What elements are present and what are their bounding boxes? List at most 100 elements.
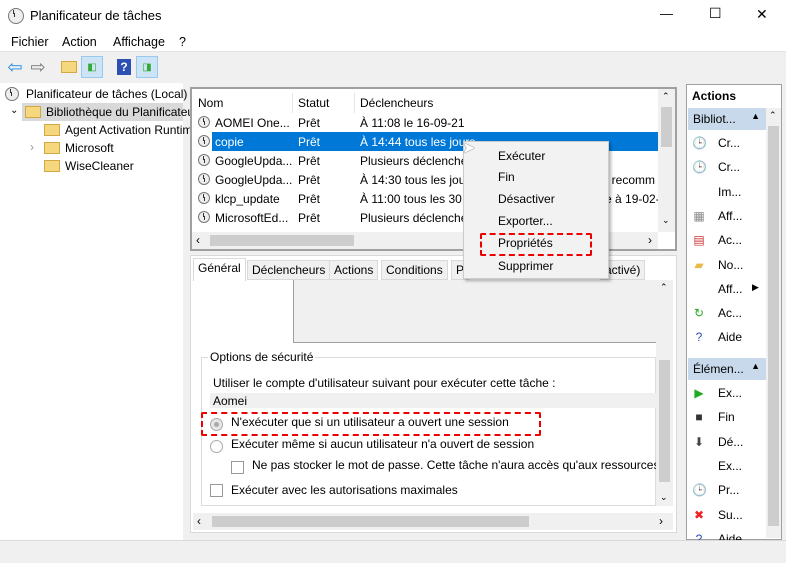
tree-item-microsoft[interactable]: Microsoft <box>65 141 114 155</box>
radio-run-whether-logged[interactable] <box>210 440 223 453</box>
action-icon: 🕒 <box>692 136 707 150</box>
context-menu: Exécuter Fin Désactiver Exporter... Prop… <box>463 141 609 279</box>
security-group-label: Options de sécurité <box>208 350 316 364</box>
action-item[interactable]: Ac... <box>718 233 742 247</box>
actions-scrollbar[interactable]: ⌃ <box>766 108 781 538</box>
task-clock-icon <box>198 116 210 128</box>
menu-affichage[interactable]: Affichage <box>113 35 165 49</box>
show-hide-actions-icon[interactable]: ◨ <box>136 56 158 78</box>
action-item[interactable]: Ex... <box>718 459 742 473</box>
tab-actions[interactable]: Actions <box>329 260 379 280</box>
tab-general[interactable]: Général <box>193 258 246 281</box>
back-arrow-icon[interactable]: ⇦ <box>4 56 26 78</box>
action-item[interactable]: Cr... <box>718 160 740 174</box>
action-item[interactable]: Dé... <box>718 435 743 449</box>
highest-privileges-label: Exécuter avec les autorisations maximale… <box>231 483 458 497</box>
tree-root[interactable]: Planificateur de tâches (Local) <box>26 87 187 101</box>
tab-declencheurs[interactable]: Déclencheurs <box>247 260 331 280</box>
maximize-button[interactable]: ☐ <box>709 5 722 22</box>
status-bar <box>0 540 786 563</box>
folder-icon <box>44 124 60 136</box>
action-icon: 🕒 <box>692 160 707 175</box>
task-status: Prêt <box>298 211 321 225</box>
action-item[interactable]: Fin <box>718 410 735 424</box>
column-header-declencheurs[interactable]: Déclencheurs <box>360 96 433 110</box>
actions-section-item[interactable]: Élémen... ▲ <box>688 358 766 380</box>
tab-conditions[interactable]: Conditions <box>381 260 448 280</box>
submenu-arrow-icon: ▶ <box>752 282 759 292</box>
minimize-button[interactable]: — <box>660 6 673 21</box>
task-name: copie <box>215 135 244 149</box>
task-name: GoogleUpda... <box>215 154 293 168</box>
action-item[interactable]: Im... <box>718 185 741 199</box>
task-trigger: À 14:30 tous les jours <box>360 173 476 187</box>
action-icon: 🕒 <box>692 483 707 498</box>
task-name: AOMEI One... <box>215 116 290 130</box>
menu-item-fin[interactable]: Fin <box>498 170 515 184</box>
no-store-password-label: Ne pas stocker le mot de passe. Cette tâ… <box>252 458 656 472</box>
mouse-cursor-icon: ➤ <box>462 140 476 157</box>
tree-item-wisecleaner[interactable]: WiseCleaner <box>65 159 134 173</box>
actions-section-library[interactable]: Bibliot... ▲ <box>688 108 766 130</box>
task-clock-icon <box>198 211 210 223</box>
table-row[interactable]: AOMEI One... Prêt À 11:08 le 16-09-21 <box>192 113 660 132</box>
vertical-scrollbar[interactable]: ⌃ ⌄ <box>658 89 675 232</box>
column-header-nom[interactable]: Nom <box>198 96 223 110</box>
menu-item-exporter[interactable]: Exporter... <box>498 214 553 228</box>
detail-horizontal-scrollbar[interactable]: ‹ › <box>193 513 673 530</box>
action-icon <box>692 185 706 199</box>
close-button[interactable]: ✕ <box>756 6 768 23</box>
chevron-down-icon[interactable]: ⌄ <box>10 105 18 116</box>
action-item[interactable]: Cr... <box>718 136 740 150</box>
action-item[interactable]: No... <box>718 258 743 272</box>
scheduler-icon <box>5 87 19 101</box>
show-hide-tree-icon[interactable]: ◧ <box>81 56 103 78</box>
tree-item-agent[interactable]: Agent Activation Runtime <box>65 123 199 137</box>
action-item[interactable]: Aff... <box>718 282 742 296</box>
folder-clock-icon <box>25 106 41 118</box>
tree-pane: Planificateur de tâches (Local) ⌄ Biblio… <box>0 83 199 540</box>
menu-item-supprimer[interactable]: Supprimer <box>498 259 553 273</box>
column-header-statut[interactable]: Statut <box>298 96 329 110</box>
checkbox-no-store-password[interactable] <box>231 461 244 474</box>
action-item[interactable]: Aide <box>718 330 742 344</box>
forward-arrow-icon[interactable]: ⇨ <box>27 56 49 78</box>
folder-icon <box>44 160 60 172</box>
detail-vertical-scrollbar[interactable]: ⌃ ⌄ <box>656 280 673 506</box>
task-name: klcp_update <box>215 192 280 206</box>
action-item[interactable]: Ac... <box>718 306 742 320</box>
checkbox-highest-privileges[interactable] <box>210 484 223 497</box>
action-icon: ↻ <box>693 306 705 321</box>
action-icon <box>692 282 706 296</box>
task-trigger: À 11:08 le 16-09-21 <box>360 116 465 130</box>
action-item[interactable]: Pr... <box>718 483 739 497</box>
toolbar: ⇦ ⇨ ◧ ? ◨ <box>0 53 786 81</box>
task-name: GoogleUpda... <box>215 173 293 187</box>
menu-action[interactable]: Action <box>62 35 97 49</box>
action-item[interactable]: Aff... <box>718 209 742 223</box>
help-icon[interactable]: ? <box>113 56 135 78</box>
window-title: Planificateur de tâches <box>30 8 162 23</box>
task-clock-icon <box>198 154 210 166</box>
up-folder-icon[interactable] <box>58 56 80 78</box>
account-label: Utiliser le compte d'utilisateur suivant… <box>213 376 556 390</box>
action-item[interactable]: Ex... <box>718 386 742 400</box>
menu-fichier[interactable]: Fichier <box>11 35 49 49</box>
task-status: Prêt <box>298 154 321 168</box>
action-icon: ▶ <box>694 386 704 400</box>
title-bar: Planificateur de tâches — ☐ ✕ <box>0 0 786 32</box>
menu-item-desactiver[interactable]: Désactiver <box>498 192 555 206</box>
description-field[interactable] <box>293 280 656 343</box>
menu-help[interactable]: ? <box>179 35 186 49</box>
task-clock-icon <box>198 192 210 204</box>
folder-icon <box>44 142 60 154</box>
task-status: Prêt <box>298 135 321 149</box>
action-icon <box>692 459 706 473</box>
task-status: Prêt <box>298 192 321 206</box>
radio-run-whether-logged-label: Exécuter même si aucun utilisateur n'a o… <box>231 437 535 451</box>
tree-library[interactable]: Bibliothèque du Planificateur <box>22 103 198 121</box>
action-item[interactable]: Su... <box>718 508 743 522</box>
task-status: Prêt <box>298 173 321 187</box>
chevron-right-icon[interactable]: › <box>30 140 34 154</box>
menu-item-executer[interactable]: Exécuter <box>498 149 545 163</box>
